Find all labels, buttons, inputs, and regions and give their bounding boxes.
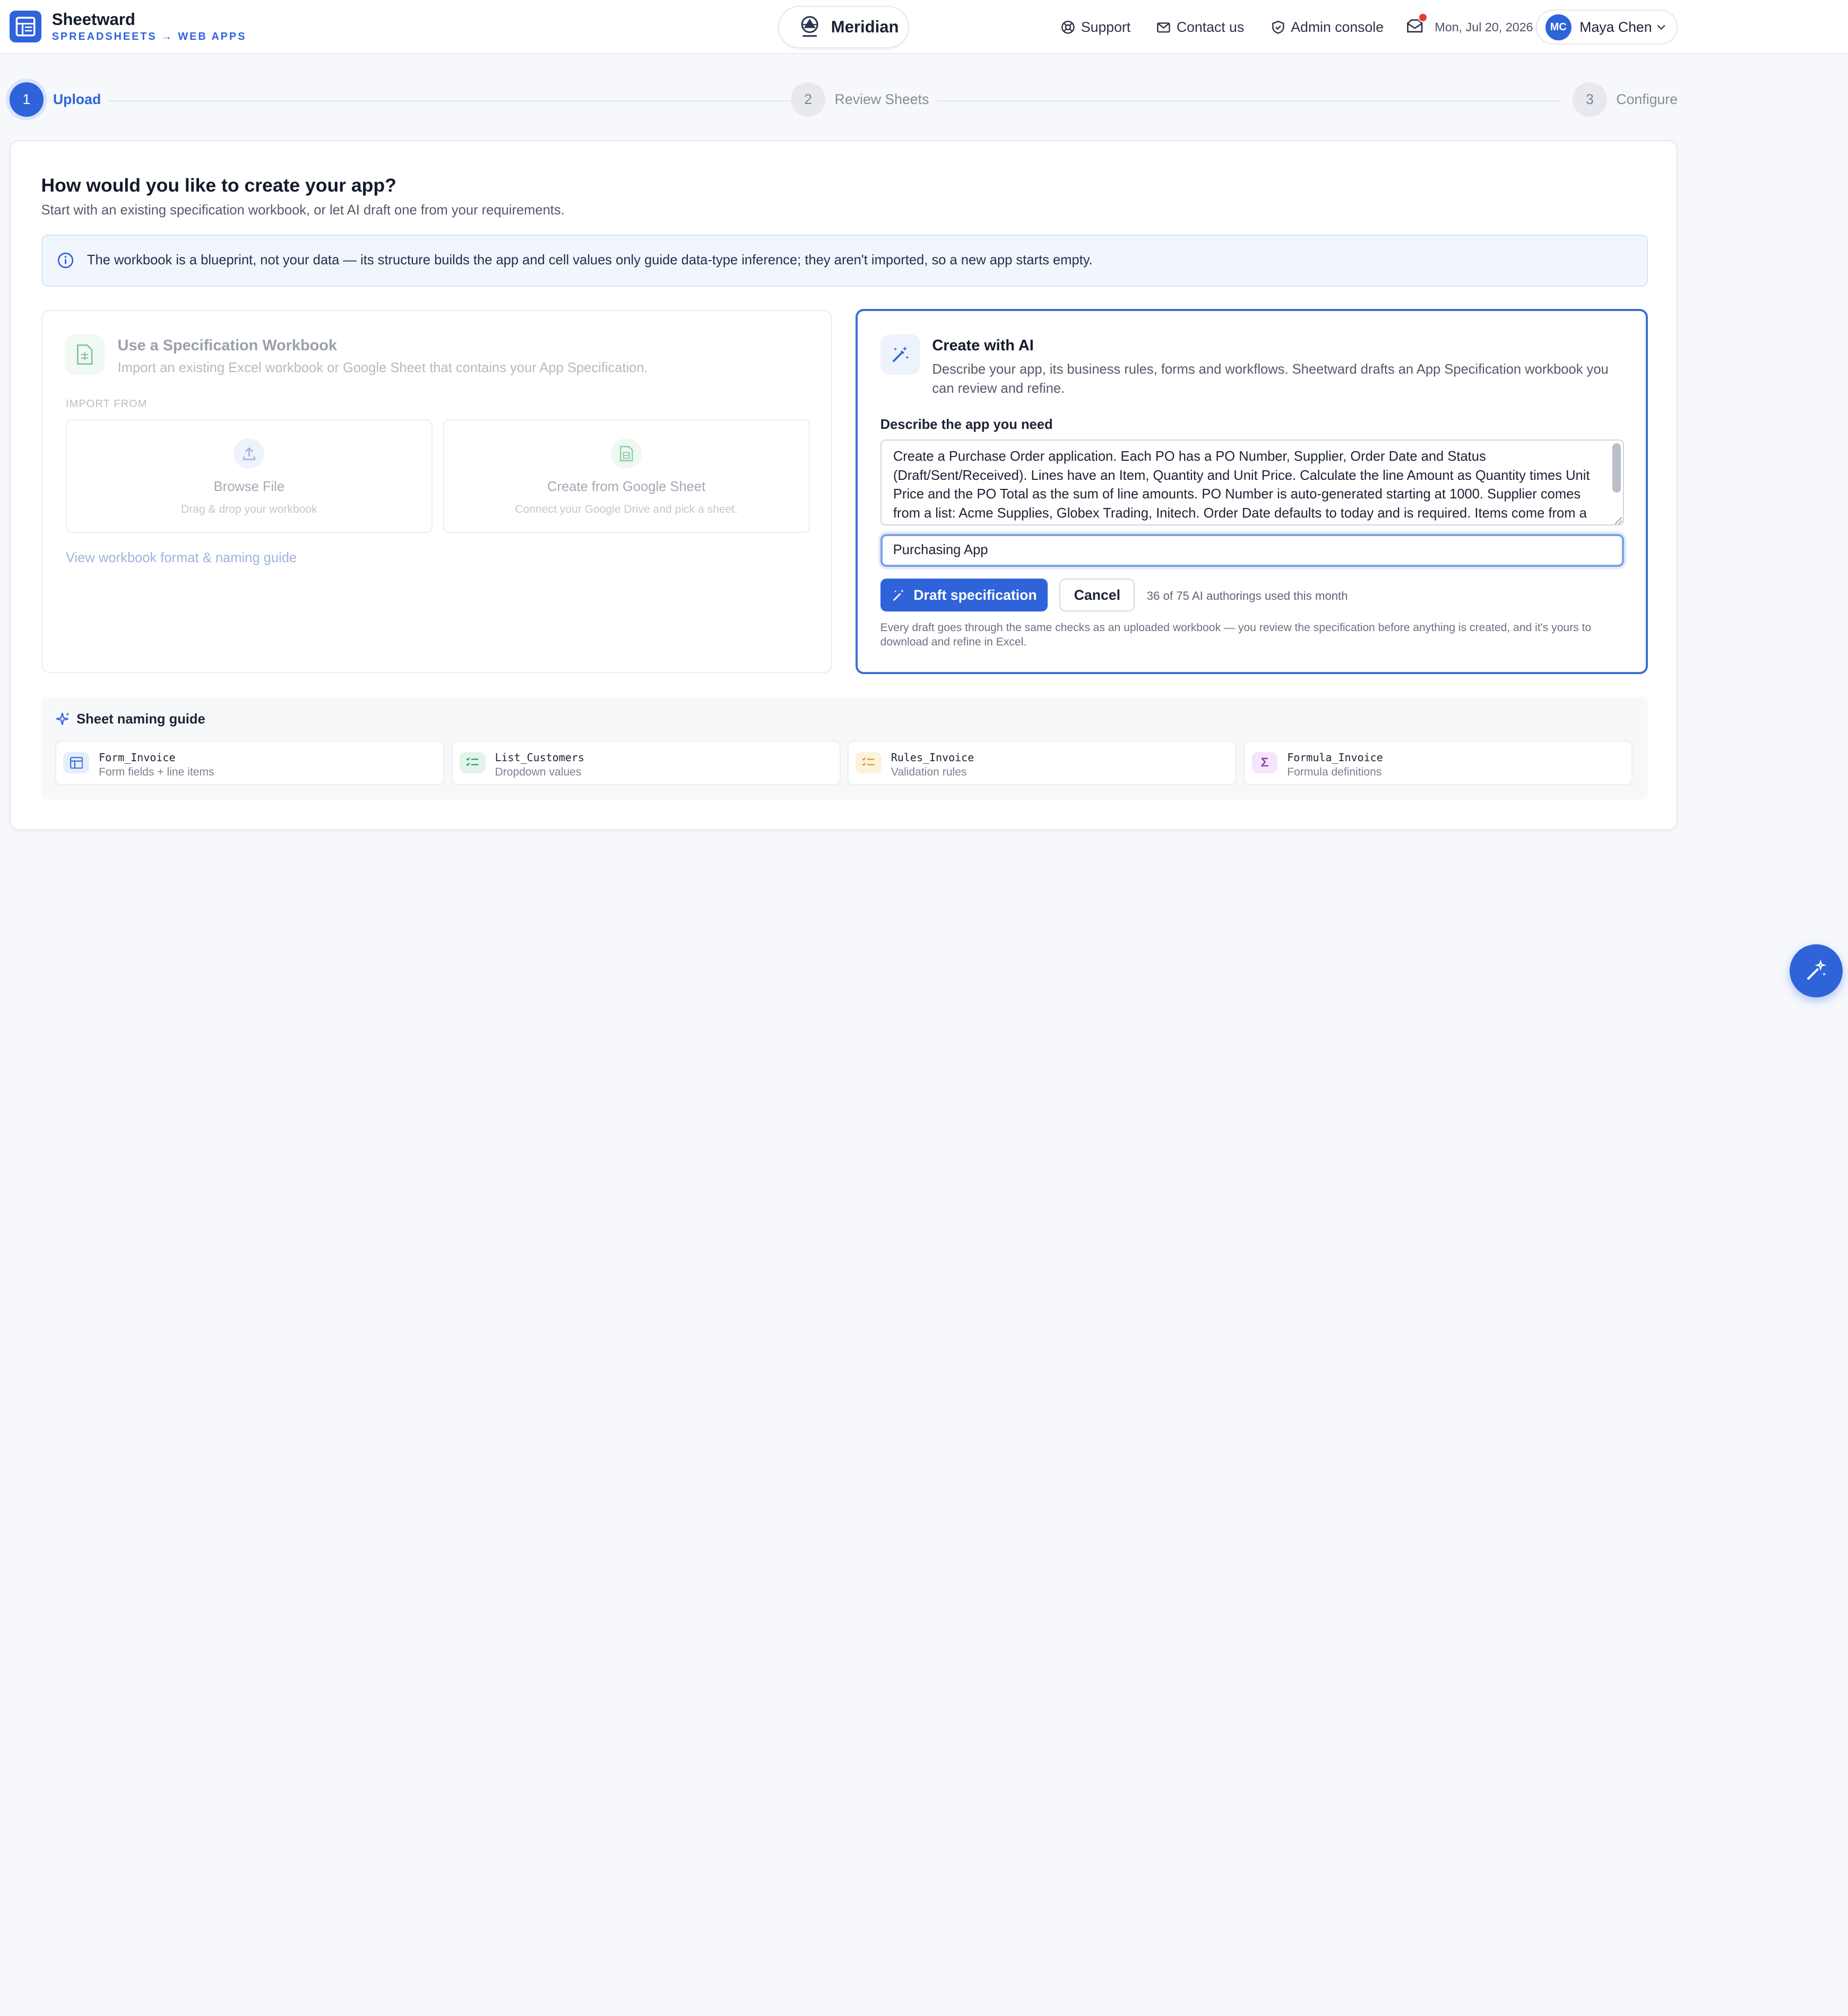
sheet-naming-guide: Sheet naming guide Form_Invoice Form fie…	[41, 696, 1648, 799]
ai-option-subtitle: Describe your app, its business rules, f…	[932, 362, 1609, 396]
rules-icon	[856, 752, 882, 773]
magic-wand-icon	[1807, 959, 1827, 980]
step-review-sheets[interactable]: 2 Review Sheets	[791, 82, 929, 117]
sparkle-icon	[56, 712, 70, 726]
page-title: How would you like to create your app?	[41, 174, 396, 196]
guide-item-desc: Form fields + line items	[99, 766, 214, 779]
guide-title-text: Sheet naming guide	[76, 712, 205, 727]
browse-file-subtitle: Drag & drop your workbook	[180, 503, 317, 515]
guide-item-rules: Rules_Invoice Validation rules	[847, 740, 1237, 786]
list-icon	[459, 752, 486, 773]
guide-item-form: Form_Invoice Form fields + line items	[55, 740, 445, 786]
guide-item-name: Formula_Invoice	[1287, 751, 1383, 764]
step-connector	[108, 100, 792, 102]
step-label: Review Sheets	[834, 91, 929, 108]
ai-footnote: Every draft goes through the same checks…	[880, 621, 1592, 648]
notification-dot	[1418, 13, 1428, 23]
google-sheet-icon	[611, 438, 642, 469]
browse-file-option[interactable]: Browse File Drag & drop your workbook	[65, 419, 433, 533]
support-link[interactable]: Support	[1061, 19, 1130, 36]
naming-guide-link[interactable]: View workbook format & naming guide	[66, 550, 297, 566]
step-configure[interactable]: 3 Configure	[1573, 82, 1678, 117]
step-upload[interactable]: 1 Upload	[9, 82, 101, 117]
magic-wand-icon	[880, 334, 921, 375]
mail-icon	[1157, 22, 1170, 33]
shield-check-icon	[1272, 20, 1284, 34]
spec-workbook-option[interactable]: Use a Specification Workbook Import an e…	[41, 309, 832, 674]
current-date: Mon, Jul 20, 2026	[1435, 20, 1533, 34]
user-menu[interactable]: MC Maya Chen	[1536, 9, 1678, 45]
guide-item-formula: Σ Formula_Invoice Formula definitions	[1243, 740, 1633, 786]
app-description-textarea[interactable]: Create a Purchase Order application. Eac…	[880, 439, 1625, 525]
info-text: The workbook is a blueprint, not your da…	[87, 253, 1093, 268]
resize-grip-icon[interactable]	[1614, 517, 1622, 524]
spreadsheet-file-icon	[64, 334, 105, 375]
workbook-option-subtitle: Import an existing Excel workbook or Goo…	[117, 360, 648, 376]
sheetward-logo-icon	[9, 10, 41, 42]
page-subtitle: Start with an existing specification wor…	[41, 202, 565, 218]
create-app-card: How would you like to create your app? S…	[9, 140, 1678, 830]
textarea-scrollbar[interactable]	[1612, 443, 1621, 493]
tenant-name: Meridian	[831, 18, 899, 37]
ai-option-title: Create with AI	[932, 337, 1034, 354]
guide-item-name: Form_Invoice	[99, 751, 176, 764]
step-number: 3	[1573, 82, 1607, 117]
brand[interactable]: Sheetward Spreadsheets → Web Apps	[9, 10, 247, 42]
guide-item-name: List_Customers	[495, 751, 584, 764]
table-icon	[63, 752, 90, 773]
admin-console-label: Admin console	[1291, 19, 1384, 35]
user-name: Maya Chen	[1579, 19, 1652, 35]
meridian-logo-icon	[801, 16, 818, 37]
sigma-icon: Σ	[1251, 752, 1278, 773]
page: Sheetward Spreadsheets → Web Apps Meridi…	[0, 0, 1848, 1008]
contact-label: Contact us	[1176, 19, 1245, 35]
step-number: 2	[791, 82, 825, 117]
prompt-label: Describe the app you need	[880, 417, 1053, 432]
info-banner: The workbook is a blueprint, not your da…	[41, 234, 1648, 287]
guide-item-desc: Validation rules	[891, 766, 967, 779]
google-sheet-option[interactable]: Create from Google Sheet Connect your Go…	[443, 419, 810, 533]
tenant-switcher[interactable]: Meridian	[778, 6, 909, 49]
brand-tagline: Spreadsheets → Web Apps	[51, 30, 247, 42]
step-number: 1	[9, 82, 44, 117]
google-sheet-title: Create from Google Sheet	[547, 479, 706, 495]
app-name-input[interactable]: Purchasing App	[880, 533, 1625, 567]
avatar: MC	[1545, 14, 1571, 40]
cancel-button[interactable]: Cancel	[1059, 578, 1135, 612]
step-label: Configure	[1616, 91, 1678, 108]
browse-file-title: Browse File	[213, 479, 285, 495]
import-from-label: Import from	[65, 398, 148, 410]
magic-wand-icon	[893, 589, 904, 601]
upload-icon	[234, 438, 265, 469]
workbook-option-title: Use a Specification Workbook	[117, 337, 337, 354]
step-label: Upload	[53, 91, 101, 108]
progress-stepper: 1 Upload 2 Review Sheets 3 Configure	[9, 82, 1679, 118]
ai-usage-counter: 36 of 75 AI authorings used this month	[1146, 589, 1348, 602]
brand-name: Sheetward	[51, 10, 135, 29]
chevron-down-icon	[1657, 24, 1665, 30]
guide-title: Sheet naming guide	[55, 712, 205, 727]
google-sheet-subtitle: Connect your Google Drive and pick a she…	[515, 503, 738, 515]
step-connector	[936, 100, 1561, 102]
guide-item-name: Rules_Invoice	[891, 751, 974, 764]
lifebuoy-icon	[1061, 20, 1075, 34]
create-with-ai-option[interactable]: Create with AI Describe your app, its bu…	[856, 308, 1648, 675]
top-header: Sheetward Spreadsheets → Web Apps Meridi…	[0, 0, 1848, 55]
guide-item-list: List_Customers Dropdown values	[451, 740, 841, 786]
guide-item-desc: Dropdown values	[495, 766, 582, 779]
guide-item-desc: Formula definitions	[1287, 766, 1382, 779]
support-label: Support	[1081, 19, 1131, 35]
draft-specification-button[interactable]: Draft specification	[880, 578, 1048, 612]
ai-assistant-fab[interactable]	[1789, 944, 1843, 998]
draft-button-label: Draft specification	[913, 587, 1037, 603]
info-icon	[58, 252, 74, 269]
contact-link[interactable]: Contact us	[1156, 19, 1244, 36]
admin-console-link[interactable]: Admin console	[1271, 19, 1384, 36]
